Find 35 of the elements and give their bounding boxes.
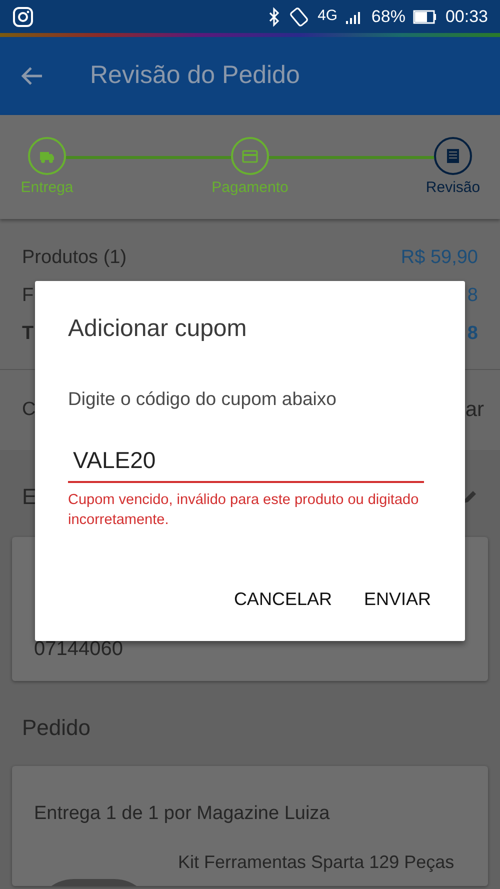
summary-value: 8 <box>467 284 478 308</box>
step-label: Entrega <box>20 178 74 198</box>
error-message: Cupom vencido, inválido para este produto ou digitado incorretamente. <box>68 491 420 530</box>
page-title: Revisão do Pedido <box>90 60 300 92</box>
step-circle[interactable] <box>231 137 269 175</box>
section-heading: E <box>22 483 37 511</box>
delivery-title: Entrega 1 de 1 por Magazine Luiza <box>34 802 331 826</box>
summary-label: T <box>22 322 34 346</box>
address-line: 07144060 <box>34 637 124 662</box>
card-icon <box>241 147 259 165</box>
step-circle[interactable] <box>28 137 66 175</box>
receipt-icon <box>444 147 462 165</box>
battery-icon <box>413 10 438 24</box>
step-label: Revisão <box>426 178 480 198</box>
summary-label: F <box>22 284 34 308</box>
product-name: Kit Ferramentas Sparta 129 Peças <box>178 850 454 874</box>
pencil-icon[interactable] <box>462 488 478 504</box>
dialog-title: Adicionar cupom <box>68 314 248 344</box>
step-label: Pagamento <box>212 178 288 198</box>
dialog-button[interactable]: CANCELAR <box>226 580 340 619</box>
summary-value: R$ 59,90 <box>400 246 478 270</box>
battery-percent: 68% <box>371 6 406 28</box>
summary-label: Produtos (1) <box>22 246 127 270</box>
rotate-icon <box>288 6 310 26</box>
camera-app-icon[interactable] <box>12 6 34 28</box>
coupon-label: C <box>22 398 36 422</box>
section-heading: Pedido <box>21 714 92 742</box>
bluetooth-icon <box>268 6 280 26</box>
step-circle[interactable] <box>434 137 472 175</box>
dialog-message: Digite o código do cupom abaixo <box>68 387 338 411</box>
network-type: 4G <box>318 7 338 26</box>
clock-time: 00:33 <box>445 6 488 28</box>
summary-value: 8 <box>467 322 478 346</box>
dialog-button[interactable]: ENVIAR <box>356 580 439 619</box>
back-arrow-icon[interactable] <box>20 66 44 86</box>
